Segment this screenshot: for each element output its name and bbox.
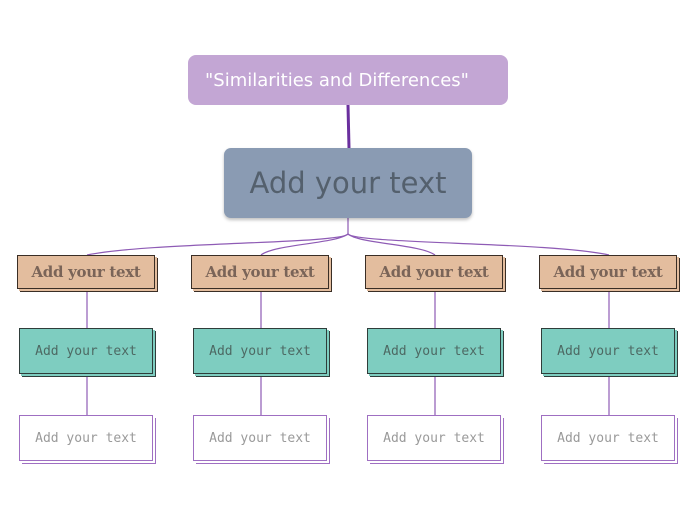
category-node-4[interactable]: Add your text [539,255,677,289]
detail-node-2a[interactable]: Add your text [193,328,327,374]
detail-node-1a[interactable]: Add your text [19,328,153,374]
detail-node-2b[interactable]: Add your text [193,415,327,461]
detail-node-3a[interactable]: Add your text [367,328,501,374]
category-node-3[interactable]: Add your text [365,255,503,289]
main-topic-node[interactable]: Add your text [224,148,472,218]
category-node-2[interactable]: Add your text [191,255,329,289]
connector-title-to-main [346,104,351,149]
title-node[interactable]: "Similarities and Differences" [188,55,508,105]
category-node-1[interactable]: Add your text [17,255,155,289]
detail-node-4b[interactable]: Add your text [541,415,675,461]
connector-main-to-col-4 [347,233,610,256]
connector-main-to-col-1 [86,218,349,256]
detail-node-3b[interactable]: Add your text [367,415,501,461]
detail-node-1b[interactable]: Add your text [19,415,153,461]
detail-node-4a[interactable]: Add your text [541,328,675,374]
